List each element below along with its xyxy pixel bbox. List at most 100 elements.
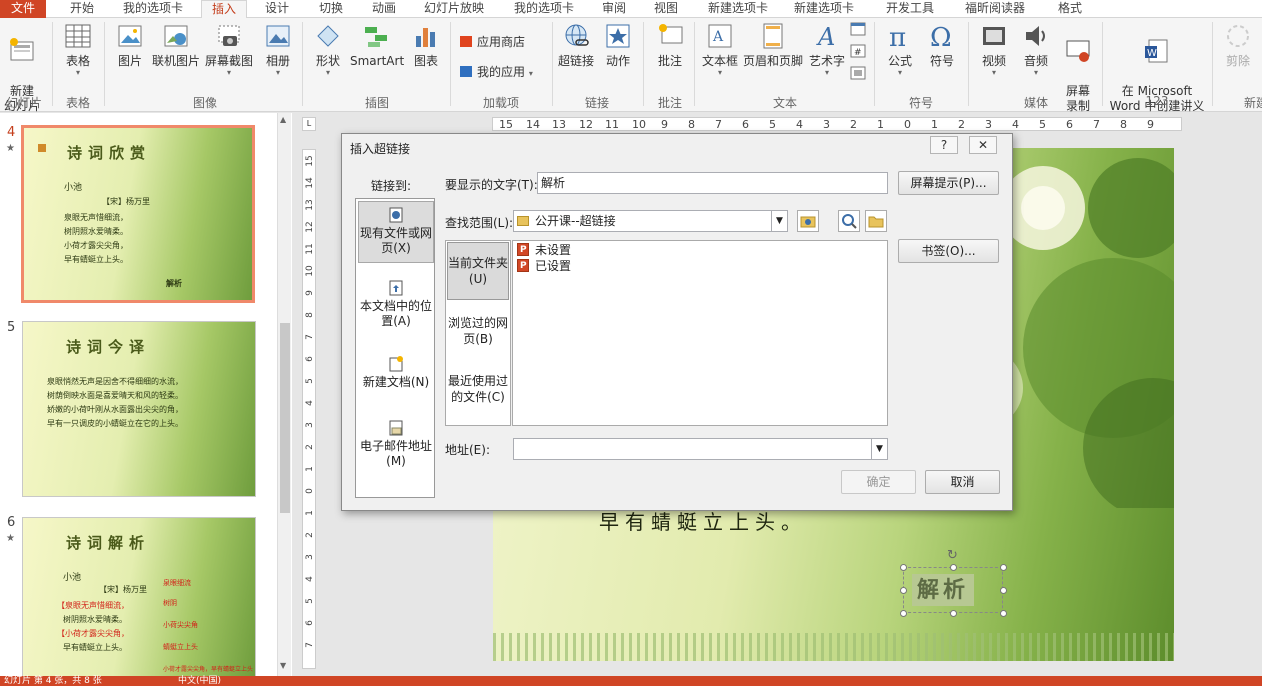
svg-text:W: W <box>1147 48 1157 59</box>
screenshot-button[interactable]: 屏幕截图 ▾ <box>204 22 254 77</box>
browse-file-button[interactable] <box>865 210 887 232</box>
tab-foxit[interactable]: 福昕阅读器 <box>955 0 1035 18</box>
nav-existing-file[interactable]: 现有文件或网页(X) <box>358 201 434 263</box>
symbol-button[interactable]: Ω 符号 <box>922 22 962 69</box>
tab-home[interactable]: 开始 <box>60 0 104 18</box>
action-button[interactable]: 动作 <box>598 22 638 69</box>
bookmark-button[interactable]: 书签(O)... <box>898 239 999 263</box>
smartart-button[interactable]: SmartArt <box>350 22 404 69</box>
app-store-button[interactable]: 应用商店 <box>460 34 525 50</box>
audio-button[interactable]: 音频 ▾ <box>1016 22 1056 77</box>
equation-button[interactable]: π 公式 ▾ <box>880 22 920 77</box>
resize-handle[interactable] <box>950 564 957 571</box>
ruler-tick: 1 <box>877 118 884 131</box>
header-footer-button[interactable]: 页眉和页脚 <box>742 22 804 69</box>
comment-button[interactable]: 批注 <box>650 22 690 69</box>
address-input[interactable]: ▼ <box>513 438 888 460</box>
textbox-button[interactable]: A 文本框 ▾ <box>700 22 740 77</box>
wordart-button[interactable]: A 艺术字 ▾ <box>806 22 848 77</box>
resize-handle[interactable] <box>950 610 957 617</box>
resize-handle[interactable] <box>1000 610 1007 617</box>
tab-new-tab-1[interactable]: 新建选项卡 <box>700 0 776 18</box>
chart-button[interactable]: 图表 <box>406 22 446 69</box>
tab-insert[interactable]: 插入 <box>201 0 247 19</box>
language-status[interactable]: 中文(中国) <box>178 676 221 686</box>
thumbnail-scrollbar[interactable]: ▲ ▼ <box>277 113 291 676</box>
horizontal-ruler[interactable]: 15 14 13 12 11 10 9 8 7 6 5 4 3 2 1 0 1 … <box>492 117 1182 131</box>
audio-label: 音频 <box>1023 54 1048 68</box>
online-picture-button[interactable]: 联机图片 <box>150 22 202 69</box>
dropdown-arrow-icon[interactable]: ▼ <box>871 439 887 459</box>
slide-thumbnail-4[interactable]: 诗词欣赏 小池 【宋】杨万里 泉眼无声惜细流， 树阴照水爱晴柔。 小荷才露尖尖角… <box>21 125 255 303</box>
slide-thumbnail-5[interactable]: 诗词今译 泉眼悄然无声是因舍不得细细的水流， 树荫倒映水面是喜爱晴天和风的轻柔。… <box>22 321 256 497</box>
album-button[interactable]: 相册 ▾ <box>258 22 298 77</box>
close-button[interactable]: ✕ <box>969 136 997 154</box>
my-apps-button[interactable]: 我的应用 ▾ <box>460 64 533 82</box>
vertical-ruler[interactable]: 15 14 13 12 11 10 9 8 7 6 5 4 3 2 1 0 1 … <box>302 149 316 669</box>
tab-review[interactable]: 审阅 <box>594 0 634 18</box>
thumb-note: 蜻蜓立上头 <box>163 643 198 651</box>
separator <box>874 22 875 106</box>
globe-file-icon <box>389 207 403 223</box>
tab-file[interactable]: 文件 <box>0 0 46 18</box>
resize-handle[interactable] <box>1000 587 1007 594</box>
shapes-button[interactable]: 形状 ▾ <box>308 22 348 77</box>
display-text-label: 要显示的文字(T): <box>445 178 538 192</box>
tab-transitions[interactable]: 切换 <box>309 0 353 18</box>
slide-thumbnail-6[interactable]: 诗词解析 小池 【宋】杨万里 【泉眼无声惜细流， 树阴照水爱晴柔。 【小荷才露尖… <box>22 517 256 677</box>
tab-animations[interactable]: 动画 <box>362 0 406 18</box>
object-button[interactable] <box>850 66 866 84</box>
screentip-button[interactable]: 屏幕提示(P)... <box>898 171 999 195</box>
trim-label: 剪除 <box>1225 54 1250 68</box>
hyperlink-button[interactable]: 超链接 <box>556 22 596 69</box>
scroll-up-icon[interactable]: ▲ <box>280 115 286 124</box>
dropdown-arrow-icon[interactable]: ▼ <box>771 211 787 231</box>
trim-button[interactable]: 剪除 <box>1218 22 1258 69</box>
look-in-dropdown[interactable]: 公开课--超链接 ▼ <box>513 210 788 232</box>
tab-stop-selector[interactable]: L <box>302 117 316 131</box>
resize-handle[interactable] <box>1000 564 1007 571</box>
tab-view[interactable]: 视图 <box>646 0 686 18</box>
table-button[interactable]: 表格 ▾ <box>58 22 98 77</box>
file-item[interactable]: 未设置 <box>517 242 571 258</box>
nav-browsed-pages[interactable]: 浏览过的网页(B) <box>447 311 509 351</box>
thumb-line: 早有蜻蜓立上头。 <box>64 255 128 264</box>
tab-my-tab-2[interactable]: 我的选项卡 <box>505 0 583 18</box>
tab-design[interactable]: 设计 <box>255 0 299 18</box>
nav-place-in-document[interactable]: 本文档中的位置(A) <box>358 275 434 335</box>
display-text-input[interactable]: 解析 <box>537 172 888 194</box>
textbox-text[interactable]: 解析 <box>912 574 974 606</box>
scroll-down-icon[interactable]: ▼ <box>280 661 286 670</box>
store-icon <box>460 36 472 47</box>
date-time-button[interactable] <box>850 22 866 40</box>
resize-handle[interactable] <box>900 587 907 594</box>
speaker-icon <box>1026 26 1045 46</box>
browse-web-button[interactable] <box>797 210 819 232</box>
cancel-button[interactable]: 取消 <box>925 470 1000 494</box>
video-button[interactable]: 视频 ▾ <box>974 22 1014 77</box>
resize-handle[interactable] <box>900 610 907 617</box>
nav-email-address[interactable]: 电子邮件地址(M) <box>358 415 434 475</box>
file-item[interactable]: 已设置 <box>517 258 571 274</box>
selected-textbox[interactable]: 解析 ↻ <box>900 548 1007 617</box>
dialog-title: 插入超链接 <box>350 142 411 156</box>
picture-button[interactable]: 图片 <box>110 22 150 69</box>
word-handout-icon: W <box>1145 39 1168 63</box>
ok-button[interactable]: 确定 <box>841 470 916 494</box>
nav-recent-files[interactable]: 最近使用过的文件(C) <box>447 369 509 413</box>
slide-number-button[interactable]: # <box>850 44 866 62</box>
rotate-handle-icon[interactable]: ↻ <box>947 548 958 563</box>
tab-developer[interactable]: 开发工具 <box>878 0 942 18</box>
tab-slideshow[interactable]: 幻灯片放映 <box>418 0 490 18</box>
resize-handle[interactable] <box>900 564 907 571</box>
tab-new-tab-2[interactable]: 新建选项卡 <box>786 0 862 18</box>
tab-format[interactable]: 格式 <box>1050 0 1090 18</box>
file-list[interactable]: 未设置 已设置 <box>512 240 888 426</box>
tab-my-tab-1[interactable]: 我的选项卡 <box>114 0 192 18</box>
scrollbar-thumb[interactable] <box>280 323 290 513</box>
nav-current-folder[interactable]: 当前文件夹(U) <box>447 242 509 300</box>
video-icon <box>983 27 1005 45</box>
browse-web-search-button[interactable] <box>838 210 860 232</box>
help-button[interactable]: ? <box>930 136 958 154</box>
nav-new-document[interactable]: 新建文档(N) <box>358 351 434 395</box>
